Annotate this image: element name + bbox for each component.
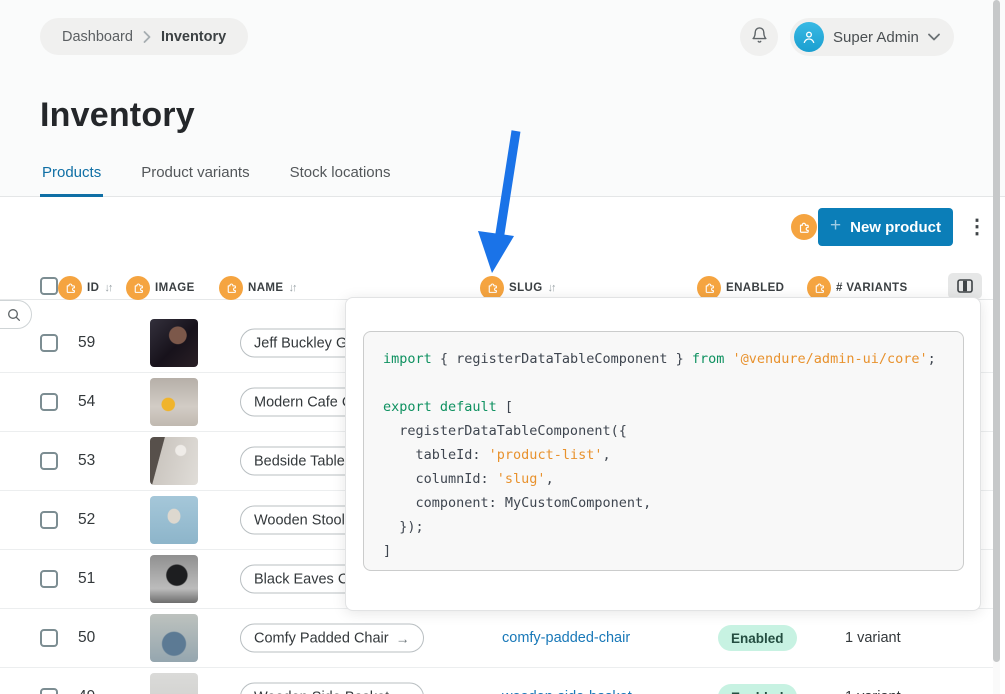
- product-name-button[interactable]: Wooden Side Basket →: [240, 683, 424, 694]
- product-name: Bedside Table: [254, 453, 345, 469]
- product-id: 59: [78, 334, 95, 352]
- notifications-button[interactable]: [740, 18, 778, 56]
- row-checkbox[interactable]: [40, 334, 58, 352]
- breadcrumb-inventory[interactable]: Inventory: [161, 29, 226, 45]
- row-checkbox[interactable]: [40, 629, 58, 647]
- product-image[interactable]: [150, 673, 198, 694]
- row-checkbox[interactable]: [40, 452, 58, 470]
- more-actions-button[interactable]: ⋮: [966, 213, 988, 241]
- extension-badge-icon[interactable]: [480, 276, 504, 300]
- extension-badge-icon[interactable]: [791, 214, 817, 240]
- code-popup: import { registerDataTableComponent } fr…: [345, 297, 981, 611]
- variant-count: 1 variant: [845, 689, 901, 694]
- product-image[interactable]: [150, 319, 198, 367]
- product-image[interactable]: [150, 437, 198, 485]
- status-badge: Enabled: [718, 625, 797, 651]
- sort-icon[interactable]: ↓↑: [104, 282, 111, 294]
- page-header: Dashboard Inventory Super Admin Inventor…: [0, 0, 1005, 197]
- product-slug-link[interactable]: wooden-side-basket: [502, 689, 632, 694]
- column-label: # VARIANTS: [836, 282, 908, 294]
- scrollbar-track: [993, 0, 1000, 694]
- breadcrumb-dashboard[interactable]: Dashboard: [62, 29, 133, 45]
- row-checkbox[interactable]: [40, 511, 58, 529]
- column-label: SLUG: [509, 282, 543, 294]
- inventory-page: Dashboard Inventory Super Admin Inventor…: [0, 0, 1005, 694]
- column-header-id[interactable]: ID ↓↑: [58, 275, 111, 300]
- product-name: Comfy Padded Chair: [254, 630, 389, 646]
- chevron-right-icon: [143, 31, 151, 43]
- product-name-button[interactable]: Comfy Padded Chair →: [240, 624, 424, 653]
- page-title: Inventory: [40, 96, 195, 135]
- select-all-checkbox[interactable]: [40, 277, 58, 295]
- tab-bar: Products Product variants Stock locations: [40, 164, 392, 197]
- code-line: });: [383, 515, 963, 539]
- column-label: ID: [87, 282, 99, 294]
- tab-product-variants[interactable]: Product variants: [139, 164, 251, 197]
- product-id: 50: [78, 629, 95, 647]
- code-line: export default [: [383, 395, 963, 419]
- sort-icon[interactable]: ↓↑: [548, 282, 555, 294]
- row-checkbox[interactable]: [40, 393, 58, 411]
- extension-badge-icon[interactable]: [126, 276, 150, 300]
- row-checkbox[interactable]: [40, 570, 58, 588]
- code-line: import { registerDataTableComponent } fr…: [383, 347, 963, 371]
- code-line: ]: [383, 539, 963, 563]
- product-id: 49: [78, 688, 95, 694]
- product-image[interactable]: [150, 496, 198, 544]
- product-id: 53: [78, 452, 95, 470]
- row-checkbox[interactable]: [40, 688, 58, 694]
- code-line: [383, 371, 963, 395]
- code-line: tableId: 'product-list',: [383, 443, 963, 467]
- search-button[interactable]: [0, 300, 32, 329]
- extension-badge-icon[interactable]: [219, 276, 243, 300]
- plus-icon: +: [830, 215, 841, 237]
- product-name: Wooden Side Basket: [254, 689, 389, 694]
- product-id: 54: [78, 393, 95, 411]
- arrow-right-icon: →: [396, 630, 410, 646]
- extension-badge-icon[interactable]: [697, 276, 721, 300]
- column-label: IMAGE: [155, 282, 195, 294]
- code-block: import { registerDataTableComponent } fr…: [363, 331, 964, 571]
- scrollbar-thumb[interactable]: [993, 0, 1000, 662]
- user-name: Super Admin: [833, 29, 919, 46]
- column-header-image[interactable]: IMAGE: [126, 275, 195, 300]
- product-id: 51: [78, 570, 95, 588]
- product-name: Wooden Stool: [254, 512, 345, 528]
- product-image[interactable]: [150, 555, 198, 603]
- product-image[interactable]: [150, 614, 198, 662]
- breadcrumb: Dashboard Inventory: [40, 18, 248, 55]
- variant-count: 1 variant: [845, 630, 901, 646]
- column-label: NAME: [248, 282, 283, 294]
- code-line: columnId: 'slug',: [383, 467, 963, 491]
- column-header-name[interactable]: NAME ↓↑: [219, 275, 295, 300]
- product-slug-link[interactable]: comfy-padded-chair: [502, 630, 630, 646]
- column-picker-button[interactable]: [948, 273, 982, 299]
- table-row: 50 Comfy Padded Chair → comfy-padded-chair E…: [0, 609, 993, 668]
- table-row: 49 Wooden Side Basket → wooden-side-basket E…: [0, 668, 993, 694]
- product-id: 52: [78, 511, 95, 529]
- new-product-label: New product: [850, 219, 941, 236]
- column-label: ENABLED: [726, 282, 784, 294]
- tab-products[interactable]: Products: [40, 164, 103, 197]
- search-icon: [6, 307, 22, 323]
- extension-badge-icon[interactable]: [807, 276, 831, 300]
- user-menu[interactable]: Super Admin: [790, 18, 954, 56]
- code-line: registerDataTableComponent({: [383, 419, 963, 443]
- sort-icon[interactable]: ↓↑: [288, 282, 295, 294]
- tab-stock-locations[interactable]: Stock locations: [288, 164, 393, 197]
- columns-icon: [957, 279, 973, 293]
- code-line: component: MyCustomComponent,: [383, 491, 963, 515]
- extension-badge-icon[interactable]: [58, 276, 82, 300]
- new-product-button[interactable]: + New product: [818, 208, 953, 246]
- avatar: [794, 22, 824, 52]
- status-badge: Enabled: [718, 684, 797, 694]
- product-image[interactable]: [150, 378, 198, 426]
- chevron-down-icon: [928, 28, 940, 46]
- bell-icon: [751, 26, 768, 49]
- arrow-right-icon: →: [396, 689, 410, 694]
